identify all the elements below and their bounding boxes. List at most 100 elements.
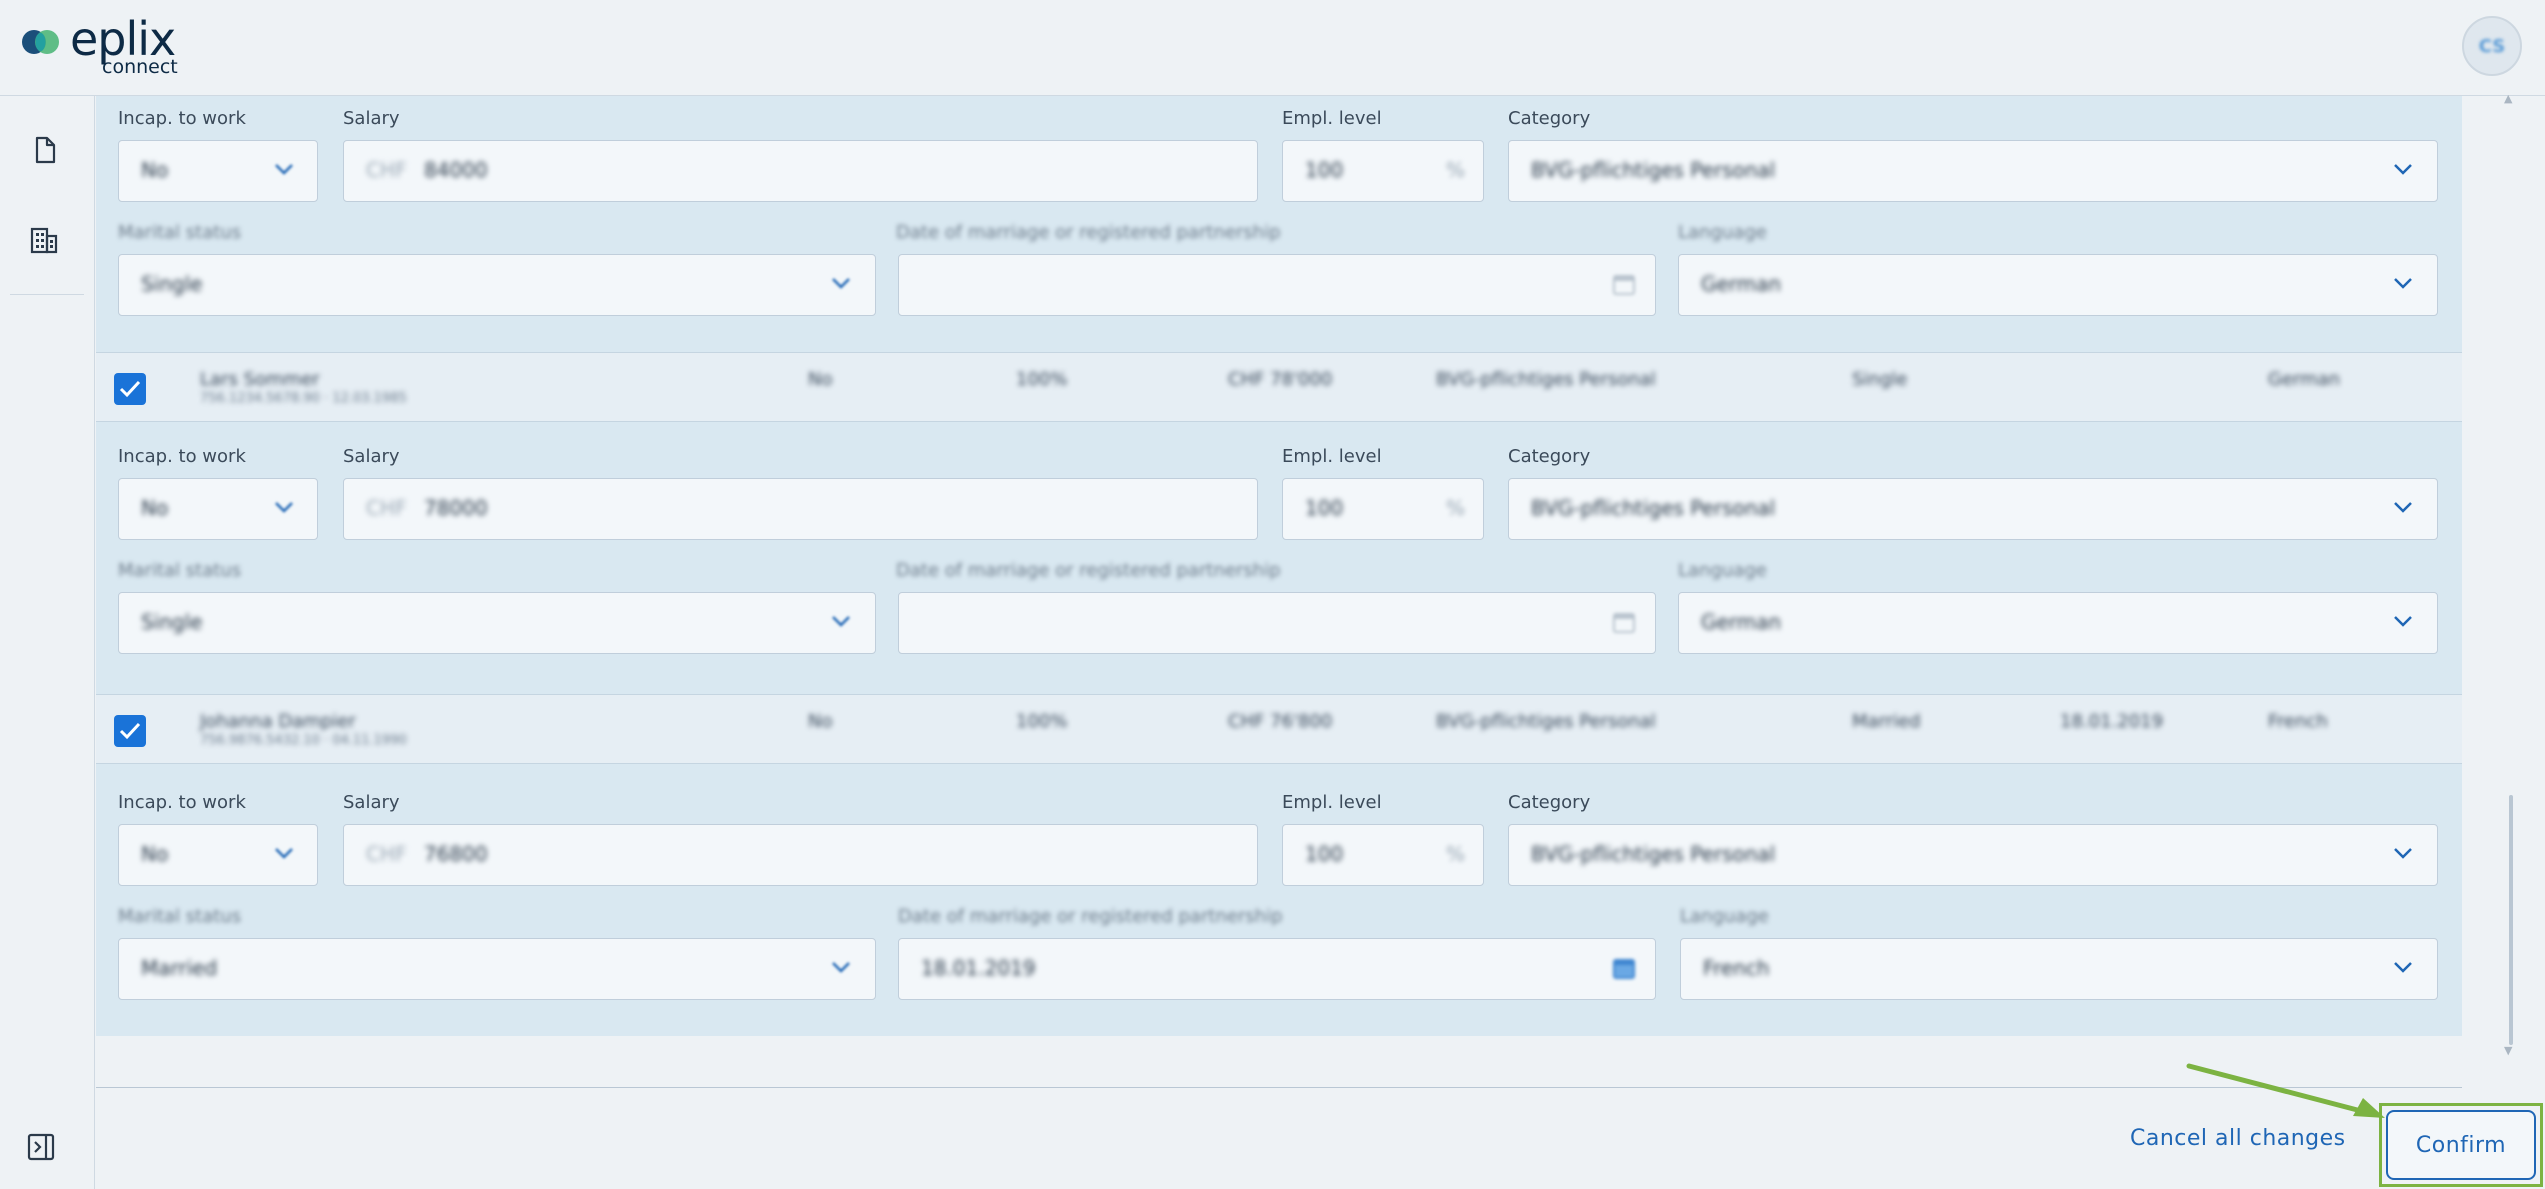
avatar[interactable]: CS bbox=[2462, 16, 2522, 76]
cancel-all-changes-button[interactable]: Cancel all changes bbox=[2130, 1126, 2346, 1151]
eplix-logo[interactable]: eplix connect bbox=[20, 12, 190, 78]
empl-level-label: Empl. level bbox=[1282, 446, 1382, 467]
employee-id: 756.1234.5678.90 · 12.03.1985 bbox=[200, 391, 407, 406]
category-value: BVG-pflichtiges Personal bbox=[1531, 842, 1776, 866]
chevron-down-icon bbox=[2394, 616, 2412, 627]
category-select[interactable]: BVG-pflichtiges Personal bbox=[1508, 140, 2438, 202]
row-checkbox[interactable] bbox=[114, 715, 146, 747]
marital-label: Marital status bbox=[118, 222, 242, 243]
currency-prefix: CHF bbox=[366, 496, 407, 520]
chevron-down-icon bbox=[2394, 164, 2412, 175]
language-select[interactable]: German bbox=[1678, 592, 2438, 654]
incap-label: Incap. to work bbox=[118, 792, 246, 813]
category-select[interactable]: BVG-pflichtiges Personal bbox=[1508, 824, 2438, 886]
document-icon[interactable] bbox=[28, 134, 60, 166]
avatar-initials: CS bbox=[2478, 35, 2506, 57]
chevron-down-icon bbox=[2394, 278, 2412, 289]
annotation-arrow bbox=[2186, 1063, 2385, 1118]
cell-marital: Single bbox=[1852, 369, 1908, 390]
category-label: Category bbox=[1508, 446, 1591, 467]
currency-prefix: CHF bbox=[366, 842, 407, 866]
incap-select[interactable]: No bbox=[118, 140, 318, 202]
employee-name: Johanna Dampier bbox=[200, 711, 356, 732]
check-icon bbox=[119, 722, 141, 740]
empl-level-input[interactable]: 100 % bbox=[1282, 140, 1484, 202]
salary-input[interactable]: CHF 76800 bbox=[343, 824, 1258, 886]
salary-label: Salary bbox=[343, 108, 400, 129]
scrollbar-thumb[interactable] bbox=[2509, 795, 2513, 1045]
chevron-down-icon bbox=[2394, 502, 2412, 513]
employee-edit-form: Incap. to work Salary Empl. level Catego… bbox=[96, 96, 2462, 352]
empl-level-input[interactable]: 100 % bbox=[1282, 478, 1484, 540]
language-select[interactable]: German bbox=[1678, 254, 2438, 316]
confirm-button[interactable]: Confirm bbox=[2386, 1110, 2536, 1180]
cell-date-marriage: 18.01.2019 bbox=[2060, 711, 2164, 732]
employee-id: 756.9876.5432.10 · 04.11.1990 bbox=[200, 733, 407, 748]
employee-edit-form: Incap. to work Salary Empl. level Catego… bbox=[96, 764, 2462, 1036]
building-icon[interactable] bbox=[28, 224, 60, 256]
date-marriage-input[interactable] bbox=[898, 254, 1656, 316]
cell-salary: CHF 76'800 bbox=[1228, 711, 1333, 732]
logo-mark-icon bbox=[22, 30, 59, 54]
cell-incap: No bbox=[808, 369, 833, 390]
row-checkbox[interactable] bbox=[114, 373, 146, 405]
percent-suffix: % bbox=[1445, 842, 1465, 866]
logo-subtitle: connect bbox=[102, 56, 178, 78]
empl-level-label: Empl. level bbox=[1282, 108, 1382, 129]
percent-suffix: % bbox=[1445, 496, 1465, 520]
marital-value: Single bbox=[141, 610, 203, 634]
marital-select[interactable]: Single bbox=[118, 254, 876, 316]
category-value: BVG-pflichtiges Personal bbox=[1531, 496, 1776, 520]
marital-select[interactable]: Married bbox=[118, 938, 876, 1000]
calendar-icon[interactable] bbox=[1611, 955, 1637, 981]
table-row[interactable]: Lars Sommer 756.1234.5678.90 · 12.03.198… bbox=[96, 352, 2462, 422]
date-marriage-input[interactable]: 18.01.2019 bbox=[898, 938, 1656, 1000]
chevron-down-icon bbox=[832, 278, 850, 289]
calendar-icon[interactable] bbox=[1611, 609, 1637, 635]
incap-label: Incap. to work bbox=[118, 446, 246, 467]
check-icon bbox=[119, 380, 141, 398]
cell-category: BVG-pflichtiges Personal bbox=[1436, 711, 1656, 732]
cell-incap: No bbox=[808, 711, 833, 732]
date-marriage-input[interactable] bbox=[898, 592, 1656, 654]
category-select[interactable]: BVG-pflichtiges Personal bbox=[1508, 478, 2438, 540]
calendar-icon[interactable] bbox=[1611, 271, 1637, 297]
scroll-up-icon[interactable]: ▲ bbox=[2504, 92, 2512, 105]
language-select[interactable]: French bbox=[1680, 938, 2438, 1000]
empl-level-label: Empl. level bbox=[1282, 792, 1382, 813]
app-header: eplix connect CS bbox=[0, 0, 2545, 96]
incap-value: No bbox=[141, 158, 169, 182]
cell-language: German bbox=[2268, 369, 2341, 390]
salary-input[interactable]: CHF 78000 bbox=[343, 478, 1258, 540]
table-row[interactable]: Johanna Dampier 756.9876.5432.10 · 04.11… bbox=[96, 694, 2462, 764]
cell-language: French bbox=[2268, 711, 2328, 732]
rail-divider bbox=[10, 294, 84, 295]
incap-select[interactable]: No bbox=[118, 478, 318, 540]
salary-label: Salary bbox=[343, 792, 400, 813]
panel-collapse-icon[interactable] bbox=[26, 1132, 56, 1162]
empl-level-value: 100 bbox=[1305, 158, 1344, 182]
salary-value: 78000 bbox=[424, 496, 488, 520]
date-marriage-label: Date of marriage or registered partnersh… bbox=[898, 906, 1283, 927]
language-label: Language bbox=[1680, 906, 1769, 927]
footer-divider bbox=[96, 1087, 2462, 1088]
category-value: BVG-pflichtiges Personal bbox=[1531, 158, 1776, 182]
incap-select[interactable]: No bbox=[118, 824, 318, 886]
language-value: German bbox=[1701, 610, 1782, 634]
marital-select[interactable]: Single bbox=[118, 592, 876, 654]
scroll-down-icon[interactable]: ▼ bbox=[2504, 1044, 2512, 1057]
date-marriage-label: Date of marriage or registered partnersh… bbox=[896, 222, 1281, 243]
cell-level: 100% bbox=[1016, 711, 1068, 732]
employee-name: Lars Sommer bbox=[200, 369, 320, 390]
category-label: Category bbox=[1508, 792, 1591, 813]
marital-value: Married bbox=[141, 956, 218, 980]
percent-suffix: % bbox=[1445, 158, 1465, 182]
marital-label: Marital status bbox=[118, 906, 242, 927]
empl-level-input[interactable]: 100 % bbox=[1282, 824, 1484, 886]
date-marriage-value: 18.01.2019 bbox=[921, 956, 1036, 980]
salary-input[interactable]: CHF 84000 bbox=[343, 140, 1258, 202]
empl-level-value: 100 bbox=[1305, 496, 1344, 520]
employee-edit-form: Incap. to work Salary Empl. level Catego… bbox=[96, 422, 2462, 694]
chevron-down-icon bbox=[2394, 962, 2412, 973]
incap-label: Incap. to work bbox=[118, 108, 246, 129]
